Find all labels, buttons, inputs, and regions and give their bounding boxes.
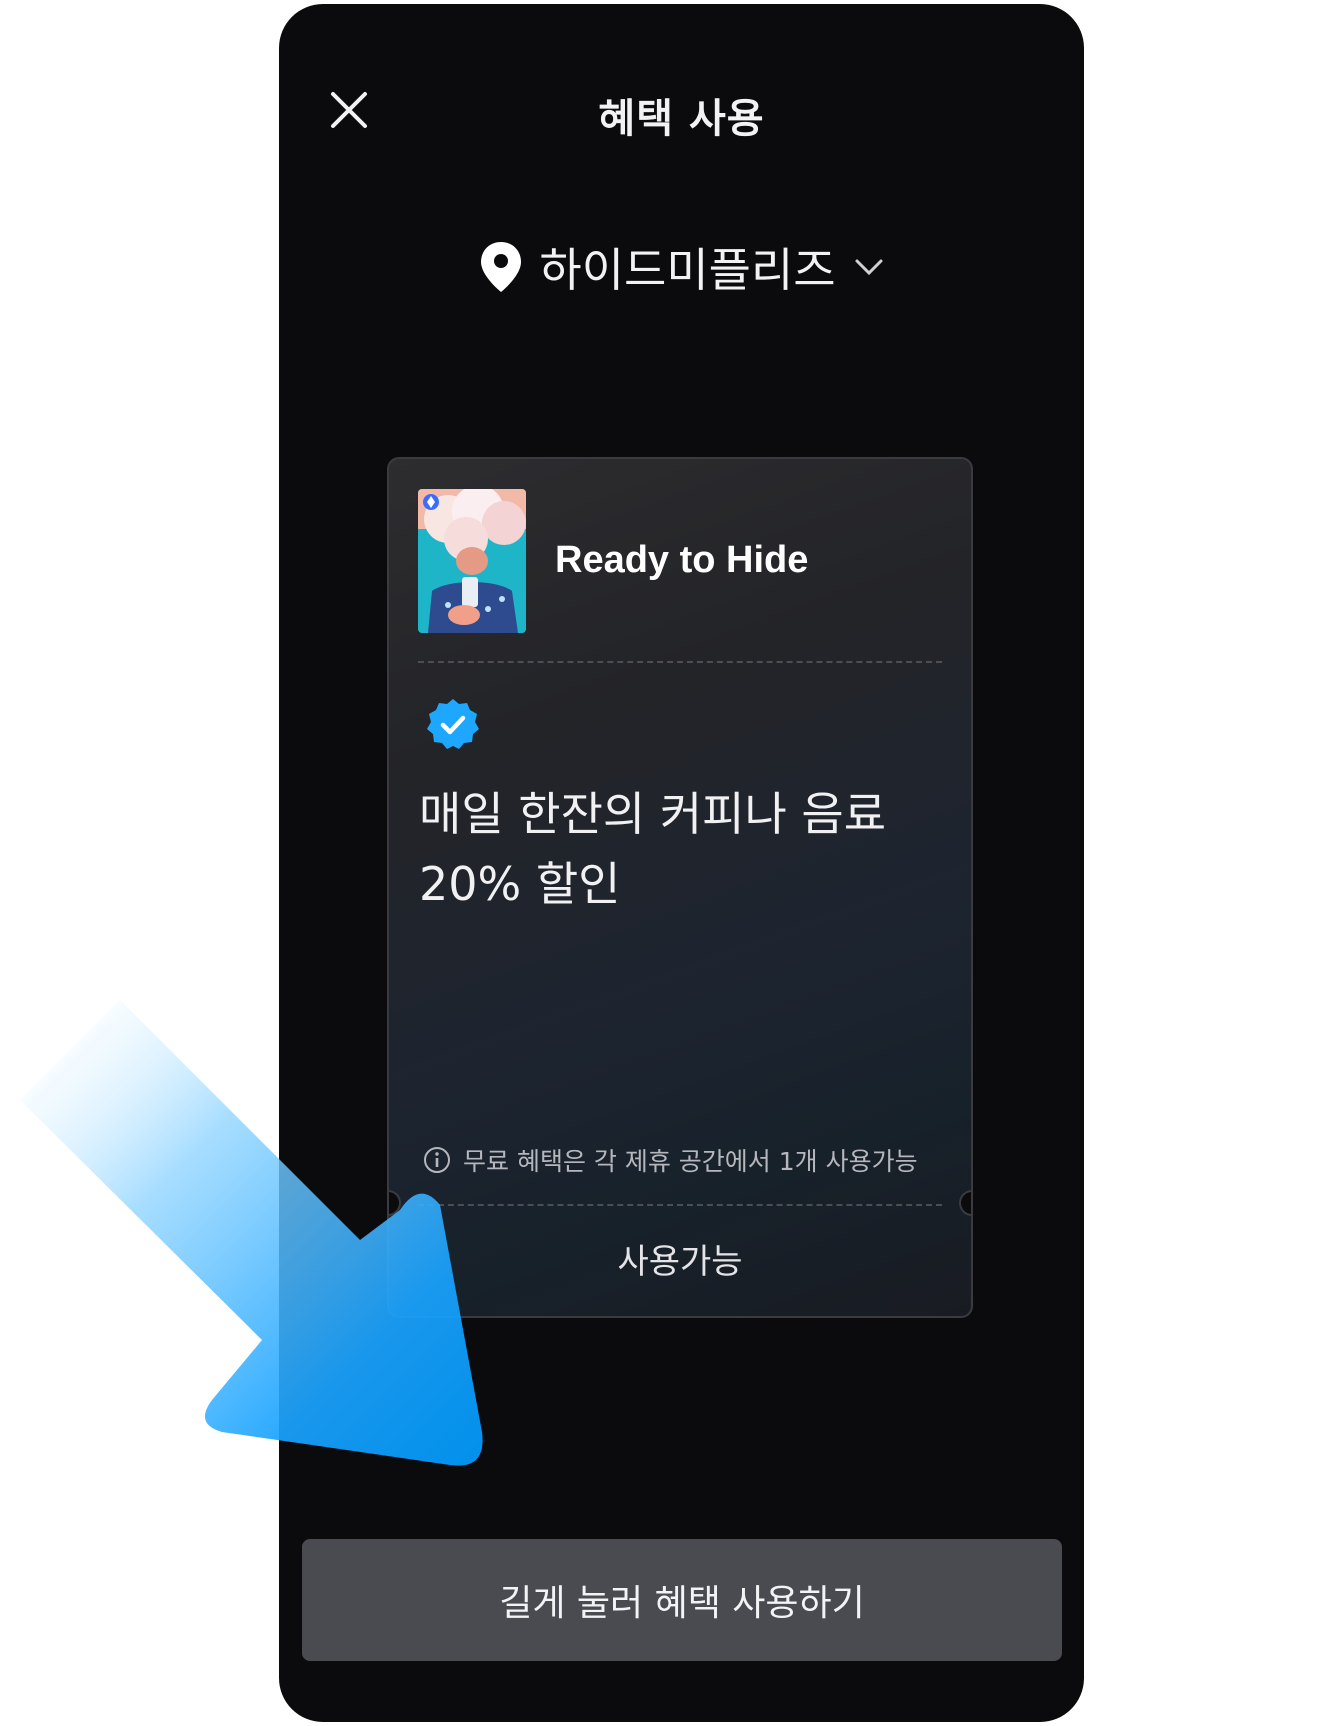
- ticket-notch-left: [389, 1190, 401, 1216]
- notice-row: 무료 혜택은 각 제휴 공간에서 1개 사용가능: [423, 1142, 918, 1178]
- info-icon: [424, 1147, 450, 1173]
- verified-badge-icon: [427, 699, 479, 749]
- location-selector[interactable]: 하이드미플리즈: [279, 234, 1084, 300]
- location-name: 하이드미플리즈: [539, 243, 836, 297]
- status-label: 사용가능: [617, 1242, 743, 1282]
- map-pin-icon: [481, 242, 522, 292]
- page-title: 혜택 사용: [598, 96, 765, 142]
- long-press-use-button[interactable]: 길게 눌러 혜택 사용하기: [302, 1539, 1062, 1661]
- divider: [418, 1204, 942, 1206]
- phone-screen: 혜택 사용 하이드미플리즈 Ready to Hide 매일 한잔의 커피나 음…: [279, 4, 1084, 1722]
- use-button-label: 길게 눌러 혜택 사용하기: [499, 1583, 865, 1624]
- benefit-card: Ready to Hide 매일 한잔의 커피나 음료 20% 할인 무료 혜택…: [387, 457, 973, 1318]
- benefit-description: 매일 한잔의 커피나 음료 20% 할인: [419, 779, 949, 919]
- nft-name: Ready to Hide: [555, 539, 809, 581]
- divider: [418, 661, 942, 663]
- ticket-notch-right: [959, 1190, 971, 1216]
- benefit-line-1: 매일 한잔의 커피나 음료: [419, 787, 887, 841]
- chevron-down-icon: [855, 259, 883, 276]
- nft-thumbnail: [418, 489, 526, 633]
- benefit-line-2: 20% 할인: [419, 857, 621, 911]
- notice-text: 무료 혜택은 각 제휴 공간에서 1개 사용가능: [463, 1147, 918, 1176]
